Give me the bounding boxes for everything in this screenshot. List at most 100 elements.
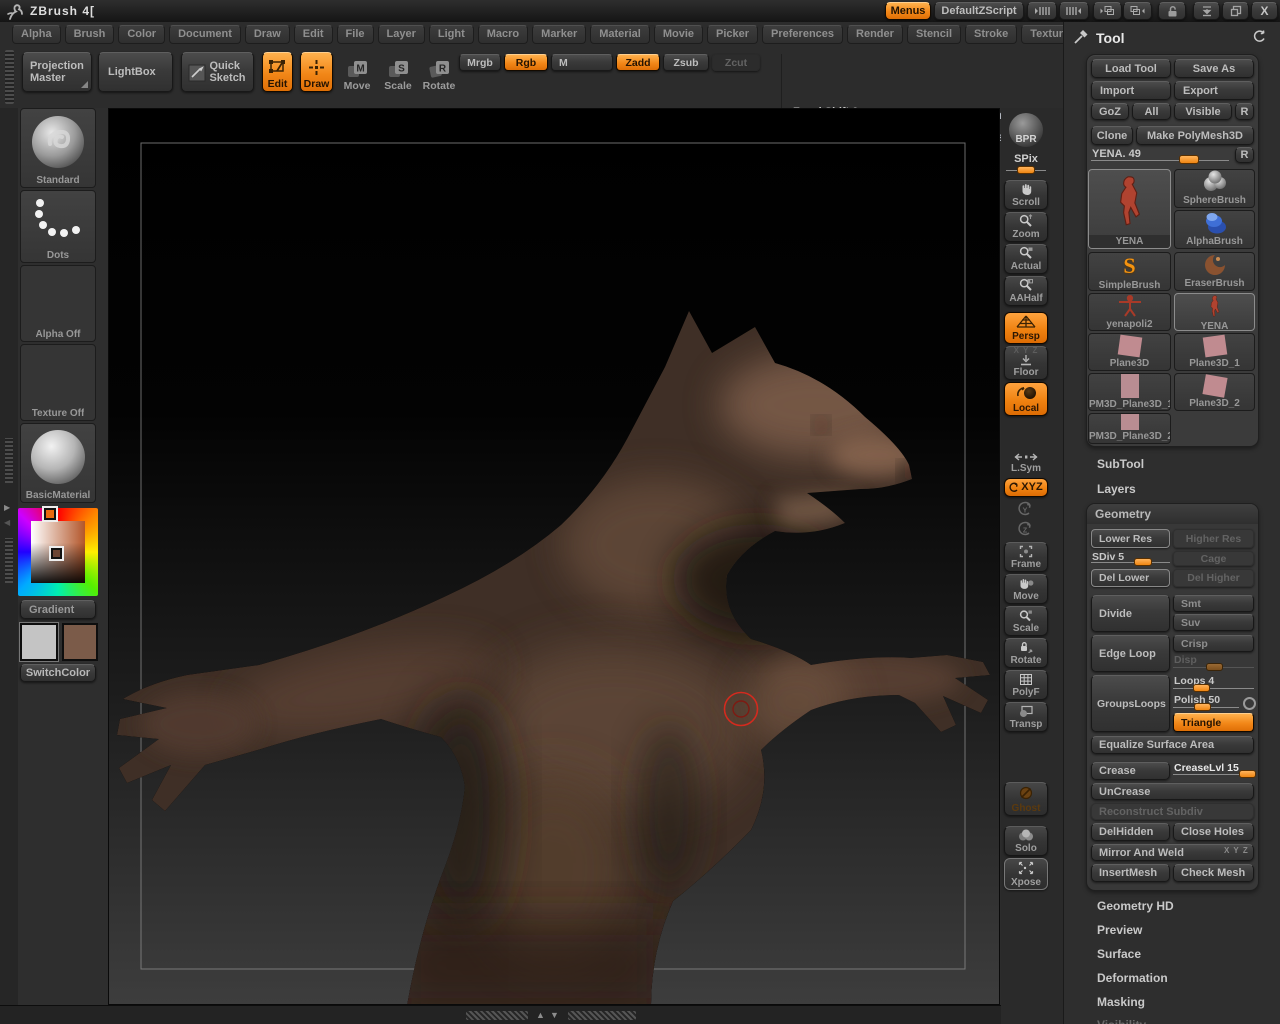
menu-alpha[interactable]: Alpha	[12, 24, 61, 44]
xyz-rotation-button[interactable]: XYZ	[1004, 478, 1048, 497]
local-button[interactable]: Local	[1004, 382, 1048, 416]
clone-button[interactable]: Clone	[1091, 126, 1133, 145]
main-color-swatch[interactable]	[19, 622, 59, 662]
zoom-button[interactable]: Zoom	[1004, 212, 1048, 242]
document-canvas[interactable]	[108, 108, 1000, 1005]
transp-button[interactable]: Transp	[1004, 702, 1048, 732]
menu-movie[interactable]: Movie	[653, 24, 703, 44]
move-button[interactable]: M Move	[342, 54, 372, 92]
export-button[interactable]: Export	[1174, 81, 1254, 100]
rotate-z-button[interactable]: Z	[1015, 520, 1037, 540]
m-button[interactable]: M	[551, 54, 613, 71]
rotate-y-button[interactable]: Y	[1015, 500, 1037, 520]
triangle-button[interactable]: Triangle	[1173, 713, 1254, 732]
cage-button[interactable]: Cage	[1173, 551, 1254, 566]
crease-button[interactable]: Crease	[1091, 762, 1170, 780]
lock-button[interactable]	[1158, 2, 1186, 20]
menu-layer[interactable]: Layer	[377, 24, 425, 44]
preview-section-header[interactable]: Preview	[1097, 923, 1142, 937]
menus-button[interactable]: Menus	[885, 2, 931, 20]
groupsloops-button[interactable]: GroupsLoops	[1091, 675, 1170, 732]
smt-button[interactable]: Smt	[1173, 595, 1254, 612]
floor-button[interactable]: X Y Z Floor	[1004, 346, 1048, 380]
edit-button[interactable]: Edit	[262, 52, 293, 92]
suv-button[interactable]: Suv	[1173, 614, 1254, 631]
all-button[interactable]: All	[1132, 103, 1171, 120]
quick-sketch-button[interactable]: Quick Sketch	[181, 52, 254, 92]
edge-loop-button[interactable]: Edge Loop	[1091, 635, 1170, 672]
creaselvl-slider[interactable]: CreaseLvl 15	[1173, 762, 1256, 778]
uncrease-button[interactable]: UnCrease	[1091, 783, 1254, 800]
restore-button[interactable]	[1222, 2, 1249, 20]
shelf-rotate-button[interactable]: Rotate	[1004, 638, 1048, 668]
polish-slider[interactable]: Polish 50	[1173, 694, 1239, 711]
yena-small-thumb[interactable]: YENA	[1174, 293, 1255, 331]
pm3d-plane3d-1-thumb[interactable]: PM3D_Plane3D_1	[1088, 373, 1171, 411]
rotate-button[interactable]: R Rotate	[422, 54, 456, 92]
minimize-button[interactable]	[1193, 2, 1220, 20]
close-button[interactable]: X	[1251, 2, 1278, 20]
mrgb-button[interactable]: Mrgb	[459, 54, 501, 71]
toolbar-left-grip[interactable]	[5, 50, 14, 104]
menu-file[interactable]: File	[336, 24, 374, 44]
equalize-surface-area-button[interactable]: Equalize Surface Area	[1091, 736, 1254, 754]
loops-slider[interactable]: Loops 4	[1173, 675, 1254, 692]
tray-collapse-left-button[interactable]	[1027, 2, 1057, 20]
layers-section-header[interactable]: Layers	[1097, 482, 1136, 496]
load-tool-button[interactable]: Load Tool	[1091, 59, 1171, 78]
hue-marker[interactable]	[42, 506, 58, 522]
subtool-section-header[interactable]: SubTool	[1097, 457, 1144, 471]
zadd-button[interactable]: Zadd	[616, 54, 660, 71]
menu-preferences[interactable]: Preferences	[762, 24, 844, 44]
menu-document[interactable]: Document	[169, 24, 241, 44]
import-button[interactable]: Import	[1091, 81, 1171, 100]
active-tool-thumb[interactable]: YENA	[1088, 169, 1171, 249]
alphabrush-thumb[interactable]: AlphaBrush	[1174, 210, 1255, 249]
panel-refresh-icon[interactable]	[1252, 29, 1267, 44]
tool-select-slider[interactable]: YENA. 49	[1091, 148, 1229, 164]
higher-res-button[interactable]: Higher Res	[1173, 529, 1254, 548]
menu-edit[interactable]: Edit	[293, 24, 333, 44]
current-brush-thumb[interactable]: Standard	[20, 108, 96, 188]
frame-button[interactable]: Frame	[1004, 542, 1048, 572]
menu-light[interactable]: Light	[428, 24, 474, 44]
tray-grip-right[interactable]	[568, 1011, 636, 1020]
check-mesh-button[interactable]: Check Mesh	[1173, 864, 1254, 882]
draw-button[interactable]: Draw	[300, 52, 333, 92]
current-alpha-thumb[interactable]: Alpha Off	[20, 265, 96, 342]
close-holes-button[interactable]: Close Holes	[1173, 823, 1254, 841]
polish-mode-toggle[interactable]	[1243, 697, 1256, 710]
projection-master-button[interactable]: Projection Master	[22, 52, 92, 92]
lower-res-button[interactable]: Lower Res	[1091, 529, 1170, 548]
current-texture-thumb[interactable]: Texture Off	[20, 344, 96, 421]
delhidden-button[interactable]: DelHidden	[1091, 823, 1170, 841]
eraserbrush-thumb[interactable]: EraserBrush	[1174, 252, 1255, 291]
tray-grip-left[interactable]	[466, 1011, 528, 1020]
panel-shift-right-button[interactable]	[1123, 2, 1152, 20]
zcut-button[interactable]: Zcut	[712, 54, 760, 71]
scroll-button[interactable]: Scroll	[1004, 180, 1048, 210]
menu-marker[interactable]: Marker	[532, 24, 587, 44]
shelf-move-button[interactable]: Move	[1004, 574, 1048, 604]
persp-button[interactable]: Persp	[1004, 312, 1048, 344]
menu-stroke[interactable]: Stroke	[965, 24, 1018, 44]
crisp-button[interactable]: Crisp	[1173, 635, 1254, 652]
divide-button[interactable]: Divide	[1091, 595, 1170, 632]
left-tray-grip-bottom[interactable]	[5, 538, 13, 583]
panel-shift-left-button[interactable]	[1093, 2, 1122, 20]
goz-button[interactable]: GoZ	[1091, 103, 1129, 120]
visibility-section-header[interactable]: Visibility	[1097, 1018, 1146, 1024]
visible-button[interactable]: Visible	[1174, 103, 1232, 120]
simplebrush-thumb[interactable]: S SimpleBrush	[1088, 252, 1171, 291]
switch-color-button[interactable]: SwitchColor	[20, 664, 96, 682]
zsub-button[interactable]: Zsub	[663, 54, 709, 71]
pm3d-plane3d-2-thumb[interactable]: PM3D_Plane3D_2	[1088, 413, 1171, 444]
default-zscript-button[interactable]: DefaultZScript	[934, 2, 1024, 20]
scale-button[interactable]: S Scale	[382, 54, 414, 92]
left-tray-grip-top[interactable]	[5, 438, 13, 483]
gradient-button[interactable]: Gradient	[20, 600, 96, 619]
menu-picker[interactable]: Picker	[707, 24, 759, 44]
menu-draw[interactable]: Draw	[244, 24, 290, 44]
polyf-button[interactable]: PolyF	[1004, 670, 1048, 700]
del-lower-button[interactable]: Del Lower	[1091, 569, 1170, 587]
